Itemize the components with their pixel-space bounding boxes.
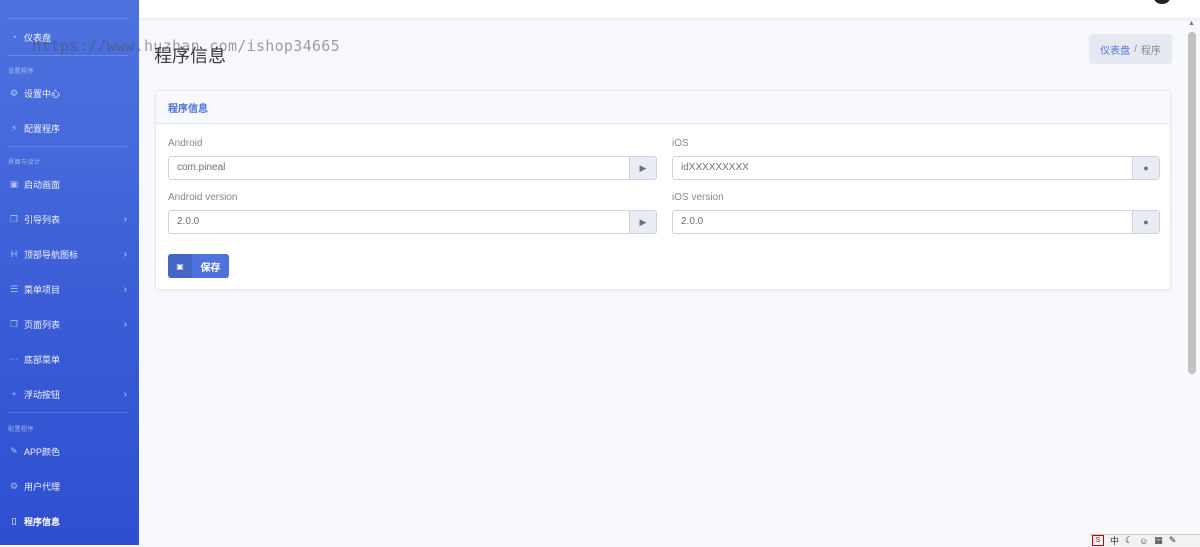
sidebar-item-label: 设置中心 [24, 88, 61, 99]
copy-icon: ❐ [9, 318, 19, 329]
sidebar-item-label: 顶部导航图标 [24, 249, 79, 260]
sidebar-item-splash[interactable]: ▣ 启动画面 [0, 172, 139, 196]
sidebar-item-label: 引导列表 [24, 214, 61, 225]
copy-icon: ❐ [9, 213, 19, 224]
play-icon: ▶ [629, 157, 656, 179]
chevron-right-icon: › [123, 388, 127, 400]
sidebar-item-label: 启动画面 [24, 179, 61, 190]
ime-language[interactable]: 中 [1110, 534, 1119, 547]
sidebar-divider [8, 146, 128, 147]
sidebar-item-label: 底部菜单 [24, 354, 61, 365]
chevron-right-icon: › [123, 248, 127, 260]
ellipsis-icon: ⋯ [9, 353, 19, 364]
breadcrumb-separator: / [1134, 43, 1137, 55]
heading-icon: H [10, 249, 18, 259]
save-button-label: 保存 [200, 262, 221, 274]
sidebar-heading: 设置程序 [8, 69, 35, 75]
sidebar-divider [8, 18, 128, 19]
sidebar-item-floating-button[interactable]: + 浮动按钮 › [0, 382, 139, 406]
sidebar-item-app-info[interactable]: ▯ 程序信息 [0, 509, 139, 533]
wrench-icon: ✎ [10, 445, 18, 456]
chevron-right-icon: › [123, 283, 127, 295]
moon-icon[interactable]: ☾ [1125, 535, 1133, 546]
mobile-icon: ▯ [11, 515, 17, 526]
sidebar: ◔ 仪表盘 设置程序 ⚙ 设置中心 ⚡ 配置程序 界面与设计 ▣ 启动画面 ❐ … [0, 0, 139, 545]
user-avatar[interactable] [1154, 0, 1170, 4]
image-icon: ▣ [9, 178, 19, 189]
sidebar-item-label: 配置程序 [24, 123, 61, 134]
ios-version-label: iOS version [672, 192, 724, 203]
ios-label: iOS [672, 138, 689, 149]
tachometer-icon: ◔ [11, 32, 17, 42]
tool-icon[interactable]: ✎ [1169, 535, 1177, 546]
sidebar-item-bottom-menu[interactable]: ⋯ 底部菜单 [0, 347, 139, 371]
sidebar-item-label: 菜单项目 [24, 284, 61, 295]
sidebar-item-menu-items[interactable]: ☰ 菜单项目 › [0, 277, 139, 301]
android-version-value: 2.0.0 [177, 216, 200, 227]
chevron-right-icon: › [123, 318, 127, 330]
sidebar-divider [8, 412, 128, 413]
android-version-field[interactable]: 2.0.0 ▶ [168, 210, 657, 234]
gears-icon: ⚙ [9, 480, 19, 491]
ios-version-value: 2.0.0 [681, 216, 704, 227]
play-icon: ▶ [629, 211, 656, 233]
gears-icon: ⚙ [9, 87, 19, 98]
breadcrumb-current: 程序 [1140, 45, 1161, 57]
sidebar-item-label: 页面列表 [24, 319, 61, 330]
android-package-value: com.pineal [177, 162, 226, 173]
breadcrumb-home-link[interactable]: 仪表盘 [1100, 42, 1130, 57]
sidebar-item-guide-list[interactable]: ❐ 引导列表 › [0, 207, 139, 231]
save-icon: ▣ [168, 254, 192, 278]
scroll-up-arrow-icon[interactable]: ▲ [1188, 20, 1195, 27]
list-icon: ☰ [9, 283, 19, 294]
sidebar-item-label: 浮动按钮 [24, 389, 61, 400]
ios-id-value: idXXXXXXXXX [681, 162, 749, 173]
sidebar-item-user-agent[interactable]: ⚙ 用户代理 [0, 474, 139, 498]
android-version-label: Android version [168, 192, 238, 203]
apple-icon: ● [1132, 157, 1159, 179]
sidebar-item-label: 用户代理 [24, 481, 61, 492]
sidebar-item-app-color[interactable]: ✎ APP颜色 [0, 439, 139, 463]
sidebar-divider [8, 55, 128, 56]
ime-logo-icon[interactable]: S [1092, 535, 1104, 546]
sidebar-item-label: APP颜色 [24, 446, 61, 457]
android-label: Android [168, 138, 203, 149]
sidebar-heading: 界面与设计 [8, 160, 41, 166]
ios-id-field[interactable]: idXXXXXXXXX ● [672, 156, 1160, 180]
sidebar-item-top-nav-icons[interactable]: H 顶部导航图标 › [0, 242, 139, 266]
system-tray: S 中 ☾ ☺ ▦ ✎ [1089, 534, 1200, 546]
topbar [139, 0, 1200, 18]
plug-icon: ⚡ [10, 122, 18, 133]
sidebar-item-config-app[interactable]: ⚡ 配置程序 [0, 116, 139, 140]
plus-icon: + [11, 389, 17, 399]
sidebar-item-settings-center[interactable]: ⚙ 设置中心 [0, 81, 139, 105]
page-title: 程序信息 [154, 46, 226, 66]
app-info-card: 程序信息 Android com.pineal ▶ iOS idXXXXXXXX… [155, 90, 1171, 290]
sidebar-heading: 配置程序 [8, 427, 35, 433]
ios-version-field[interactable]: 2.0.0 ● [672, 210, 1160, 234]
sidebar-item-page-list[interactable]: ❐ 页面列表 › [0, 312, 139, 336]
keyboard-icon[interactable]: ▦ [1154, 535, 1163, 546]
breadcrumb: 仪表盘 / 程序 [1089, 34, 1172, 64]
save-button[interactable]: ▣ 保存 [168, 254, 229, 278]
emoji-icon[interactable]: ☺ [1139, 536, 1148, 546]
vertical-scrollbar[interactable] [1188, 32, 1196, 374]
apple-icon: ● [1132, 211, 1159, 233]
sidebar-item-label: 程序信息 [24, 516, 61, 527]
chevron-right-icon: › [123, 213, 127, 225]
android-package-field[interactable]: com.pineal ▶ [168, 156, 657, 180]
card-title: 程序信息 [156, 91, 1170, 124]
